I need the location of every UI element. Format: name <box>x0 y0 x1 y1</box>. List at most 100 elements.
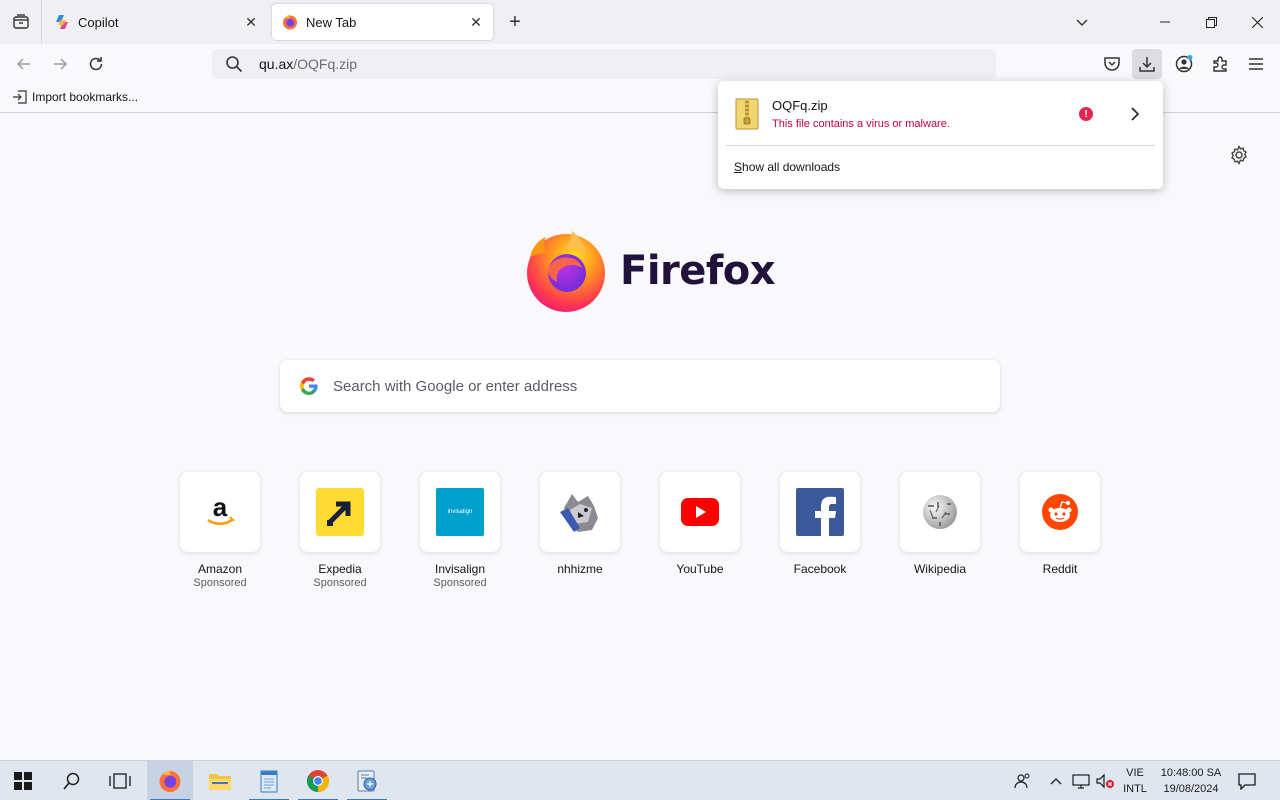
arrow-left-icon <box>16 58 30 70</box>
firefox-icon <box>159 770 181 792</box>
amazon-icon: a <box>207 492 235 525</box>
navigation-toolbar: qu.ax/OQFq.zip <box>0 44 1280 84</box>
clock-date: 19/08/2024 <box>1163 783 1219 795</box>
nhhizme-thumbnail <box>540 472 620 552</box>
keyboard-layout: INTL <box>1123 783 1147 795</box>
back-button[interactable] <box>10 50 38 78</box>
facebook-logo <box>780 472 860 552</box>
network-button[interactable] <box>1070 761 1092 800</box>
app-menu-button[interactable] <box>1241 49 1271 79</box>
tab-copilot[interactable]: Copilot ✕ <box>44 4 268 40</box>
reload-button[interactable] <box>82 50 110 78</box>
firefox-view-icon <box>12 14 29 29</box>
import-icon <box>13 90 27 104</box>
people-button[interactable] <box>1010 761 1034 800</box>
account-button[interactable] <box>1169 49 1199 79</box>
restore-button[interactable] <box>1188 0 1234 44</box>
search-icon <box>63 772 80 790</box>
tile-name: Invisalign <box>434 562 486 576</box>
wikipedia-icon <box>923 495 957 529</box>
close-tab-icon[interactable]: ✕ <box>239 10 263 34</box>
volume-button[interactable] <box>1094 761 1116 800</box>
zip-file-icon <box>735 98 759 130</box>
taskbar-chrome[interactable] <box>295 761 341 800</box>
tile-name: Amazon <box>197 562 243 576</box>
taskbar-file-explorer[interactable] <box>197 761 243 800</box>
taskbar-search-button[interactable] <box>49 761 95 800</box>
tab-label: Copilot <box>78 14 119 30</box>
list-all-tabs-button[interactable] <box>1070 10 1094 34</box>
top-site-expedia[interactable]: Expedia Sponsored <box>280 472 400 602</box>
chevron-down-icon <box>1076 19 1088 26</box>
close-window-button[interactable] <box>1234 0 1280 44</box>
import-bookmarks-label: Import bookmarks... <box>32 90 139 104</box>
arrow-right-icon <box>54 58 68 70</box>
firefox-icon <box>283 15 297 30</box>
new-tab-button[interactable]: + <box>503 10 527 34</box>
notifications-icon <box>1238 773 1256 790</box>
start-button[interactable] <box>0 761 46 800</box>
download-details-button[interactable] <box>1123 102 1147 126</box>
folder-icon <box>209 774 231 790</box>
taskbar-app[interactable] <box>344 761 390 800</box>
wikipedia-logo <box>900 472 980 552</box>
address-bar[interactable]: qu.ax/OQFq.zip <box>212 49 996 79</box>
show-all-accesskey: S <box>734 160 743 174</box>
input-language-indicator[interactable]: VIE INTL <box>1118 765 1152 797</box>
windows-logo-icon <box>14 772 32 790</box>
gear-icon[interactable] <box>1228 144 1250 166</box>
reddit-logo <box>1020 472 1100 552</box>
top-site-facebook[interactable]: Facebook <box>760 472 880 602</box>
close-tab-icon[interactable]: ✕ <box>464 10 488 34</box>
svg-text:a: a <box>213 492 228 522</box>
minimize-button[interactable] <box>1142 0 1188 44</box>
top-site-nhhizme[interactable]: nhhizme <box>520 472 640 602</box>
show-all-downloads-button[interactable]: Show all downloads <box>734 160 840 174</box>
language-code: VIE <box>1126 767 1144 779</box>
download-item[interactable]: OQFq.zip This file contains a virus or m… <box>726 88 1155 140</box>
download-info: OQFq.zip This file contains a virus or m… <box>772 98 1079 130</box>
search-box[interactable] <box>280 360 1000 412</box>
top-site-invisalign[interactable]: invisalign Invisalign Sponsored <box>400 472 520 602</box>
youtube-icon <box>681 498 719 526</box>
download-status-malware: This file contains a virus or malware. <box>772 118 950 130</box>
task-view-button[interactable] <box>97 761 143 800</box>
taskbar-firefox[interactable] <box>147 761 193 800</box>
reload-icon <box>89 57 103 71</box>
tile-name: Facebook <box>793 562 847 576</box>
download-icon <box>1139 57 1155 72</box>
clock[interactable]: 10:48:00 SA 19/08/2024 <box>1156 765 1226 797</box>
tile-sponsored: Sponsored <box>193 577 247 589</box>
puzzle-icon <box>1213 56 1227 72</box>
firefox-wordmark: Firefox <box>620 248 776 294</box>
downloads-button[interactable] <box>1132 49 1162 79</box>
top-site-wikipedia[interactable]: Wikipedia <box>880 472 1000 602</box>
tab-new-tab[interactable]: New Tab ✕ <box>272 4 493 40</box>
tile-name: Expedia <box>318 562 362 576</box>
nhhizme-icon <box>560 494 598 532</box>
tile-name: YouTube <box>676 562 724 576</box>
taskbar-notepad[interactable] <box>246 761 292 800</box>
forward-button[interactable] <box>46 50 74 78</box>
invisalign-icon: invisalign <box>436 488 484 536</box>
copilot-icon <box>56 15 68 29</box>
action-center-button[interactable] <box>1232 761 1262 800</box>
downloads-panel: OQFq.zip This file contains a virus or m… <box>718 81 1163 189</box>
close-icon <box>1251 16 1263 28</box>
download-file-name: OQFq.zip <box>772 98 828 113</box>
top-sites: a Amazon Sponsored Expedia Sponsored inv… <box>160 472 1120 602</box>
import-bookmarks-button[interactable]: Import bookmarks... <box>12 90 138 104</box>
firefox-view-button[interactable] <box>0 0 42 44</box>
show-all-downloads-label: how all downloads <box>742 160 841 174</box>
warning-icon: ! <box>1079 107 1093 121</box>
youtube-logo <box>660 472 740 552</box>
tile-sponsored: Sponsored <box>433 577 487 589</box>
top-site-reddit[interactable]: Reddit <box>1000 472 1120 602</box>
expedia-logo <box>300 472 380 552</box>
extensions-button[interactable] <box>1205 49 1235 79</box>
search-input[interactable] <box>333 377 1000 395</box>
top-site-amazon[interactable]: a Amazon Sponsored <box>160 472 280 602</box>
top-site-youtube[interactable]: YouTube <box>640 472 760 602</box>
show-hidden-icons-button[interactable] <box>1046 761 1066 800</box>
pocket-button[interactable] <box>1097 49 1127 79</box>
